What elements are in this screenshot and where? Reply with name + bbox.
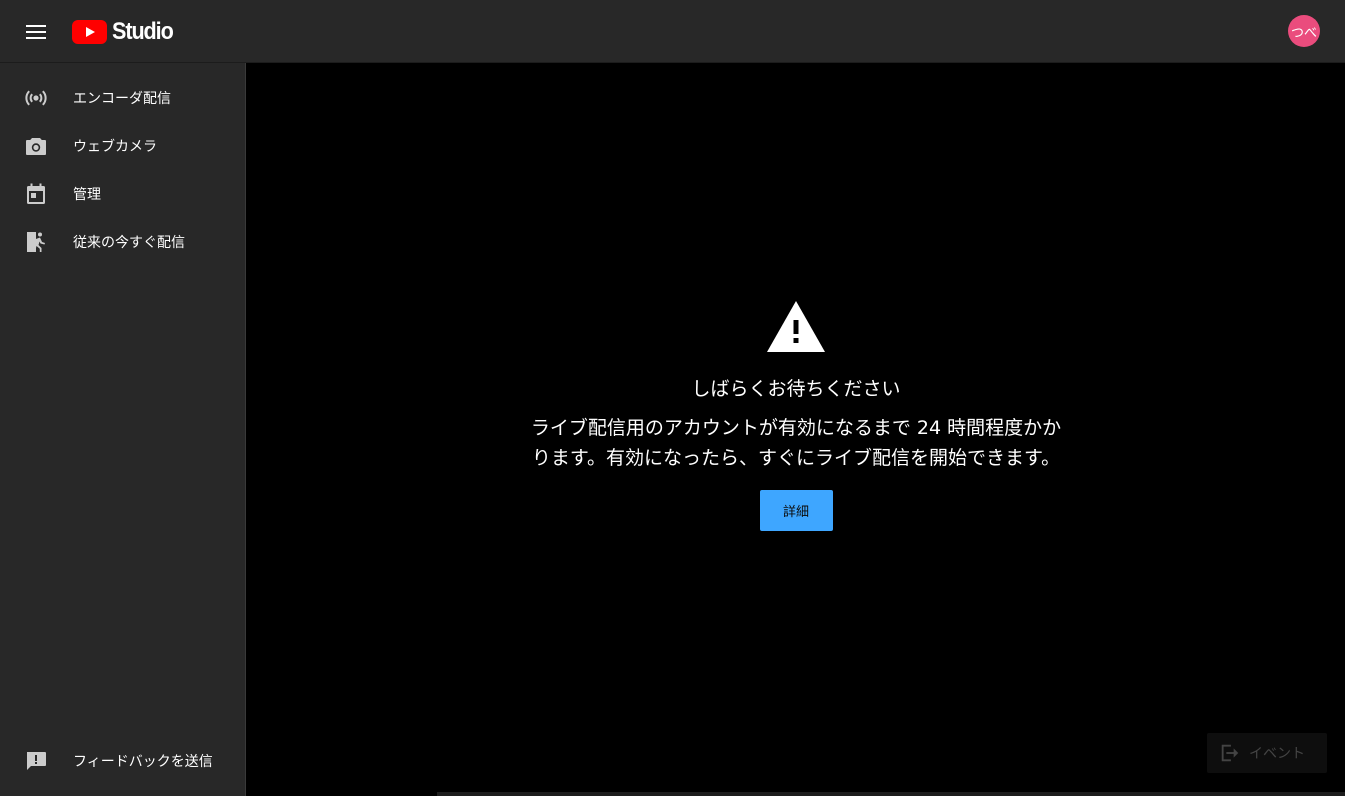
- feedback-button[interactable]: フィードバックを送信: [0, 737, 245, 785]
- warning-icon: [767, 301, 825, 352]
- youtube-play-icon: [72, 20, 107, 44]
- feedback-icon: [24, 749, 48, 773]
- event-button[interactable]: イベント: [1207, 733, 1327, 773]
- app-window: Studio つべ エンコーダ配信 ウェブカメラ 管理 従来の今すぐ配信 フィー…: [0, 0, 1345, 796]
- sidebar-item-label: 従来の今すぐ配信: [73, 235, 185, 251]
- sidebar-item-encoder-stream[interactable]: エンコーダ配信: [0, 74, 245, 122]
- sidebar-item-webcam[interactable]: ウェブカメラ: [0, 122, 245, 170]
- hamburger-icon: [26, 25, 46, 39]
- details-button[interactable]: 詳細: [759, 490, 833, 531]
- camera-icon: [24, 134, 48, 158]
- event-button-label: イベント: [1249, 746, 1305, 762]
- notice-title: しばらくお待ちください: [691, 378, 901, 400]
- feedback-label: フィードバックを送信: [73, 754, 213, 770]
- studio-wordmark: Studio: [112, 18, 174, 45]
- sidebar-item-manage[interactable]: 管理: [0, 170, 245, 218]
- sidebar-item-label: エンコーダ配信: [73, 91, 171, 107]
- sidebar-item-label: 管理: [73, 187, 101, 203]
- calendar-icon: [24, 182, 48, 206]
- notice-message: ライブ配信用のアカウントが有効になるまで 24 時間程度かかります。有効になった…: [530, 417, 1062, 469]
- youtube-studio-logo[interactable]: Studio: [72, 17, 179, 47]
- exit-icon: [1221, 744, 1239, 762]
- sidebar-item-label: ウェブカメラ: [73, 139, 157, 155]
- top-bar: Studio つべ: [0, 0, 1345, 63]
- avatar-initials: つべ: [1290, 25, 1317, 41]
- account-pending-notice: しばらくお待ちください ライブ配信用のアカウントが有効になるまで 24 時間程度…: [527, 299, 1065, 531]
- classic-stream-icon: [24, 230, 48, 254]
- sidebar: エンコーダ配信 ウェブカメラ 管理 従来の今すぐ配信 フィードバックを送信: [0, 63, 246, 796]
- sidebar-item-classic-stream[interactable]: 従来の今すぐ配信: [0, 218, 245, 266]
- account-avatar[interactable]: つべ: [1288, 15, 1320, 47]
- broadcast-icon: [24, 86, 48, 110]
- main-content: しばらくお待ちください ライブ配信用のアカウントが有効になるまで 24 時間程度…: [247, 63, 1345, 796]
- bottom-divider: [437, 792, 1345, 796]
- hamburger-menu-button[interactable]: [20, 16, 52, 48]
